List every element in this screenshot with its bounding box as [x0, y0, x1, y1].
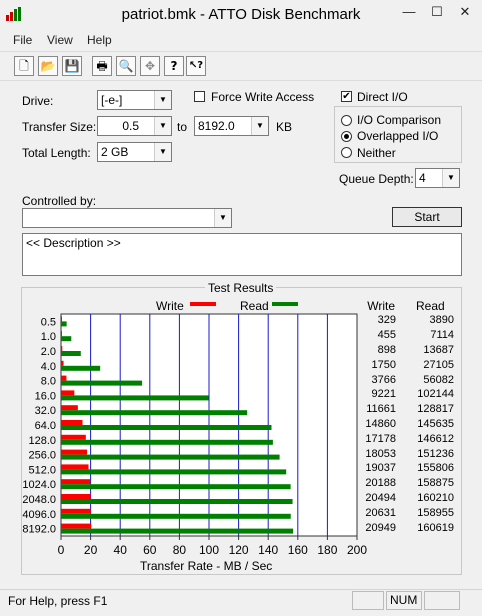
read-bar — [61, 469, 287, 475]
write-bar — [61, 405, 78, 411]
write-bar — [61, 420, 83, 425]
write-bar — [61, 316, 62, 322]
status-pane-3 — [424, 591, 460, 610]
read-value: 151236 — [417, 447, 454, 460]
write-bar — [61, 375, 67, 381]
read-bar — [61, 513, 291, 519]
write-value: 9221 — [371, 388, 396, 401]
write-bar — [61, 508, 91, 514]
read-bar — [61, 528, 294, 534]
category-label: 512.0 — [28, 464, 56, 476]
write-value: 898 — [377, 344, 396, 356]
category-label: 32.0 — [35, 405, 56, 417]
read-bar — [61, 336, 72, 342]
write-value: 14860 — [365, 418, 396, 430]
x-tick-label: 100 — [199, 543, 219, 557]
read-bar — [61, 439, 273, 445]
x-tick-label: 40 — [114, 543, 128, 557]
category-label: 8192.0 — [22, 524, 56, 536]
write-bar — [61, 434, 86, 440]
write-bar — [61, 449, 88, 455]
read-value: 160210 — [417, 492, 454, 504]
x-tick-label: 160 — [288, 543, 308, 557]
status-num: NUM — [386, 591, 422, 610]
read-value: 145635 — [417, 418, 454, 430]
write-value: 3766 — [371, 373, 396, 386]
category-label: 8.0 — [41, 376, 56, 388]
read-value: 146612 — [417, 432, 454, 445]
read-value: 27105 — [423, 358, 454, 371]
category-label: 128.0 — [28, 435, 56, 447]
x-tick-label: 0 — [58, 543, 65, 557]
read-bar — [61, 410, 248, 416]
write-value: 17178 — [365, 432, 396, 445]
write-bar — [61, 523, 92, 529]
write-value: 20631 — [365, 506, 396, 519]
read-value: 13687 — [423, 344, 454, 356]
x-tick-label: 200 — [347, 543, 367, 557]
status-pane-1 — [352, 591, 384, 610]
read-value: 158875 — [417, 477, 454, 490]
x-tick-label: 20 — [84, 543, 98, 557]
x-tick-label: 140 — [258, 543, 278, 557]
write-value: 20494 — [365, 492, 396, 504]
read-bar — [61, 351, 81, 356]
read-value: 56082 — [423, 373, 454, 386]
write-value: 18053 — [365, 447, 396, 460]
x-tick-label: 80 — [173, 543, 187, 557]
write-value: 19037 — [365, 462, 396, 475]
write-bar — [61, 464, 89, 470]
read-bar — [61, 454, 280, 460]
read-value: 128817 — [417, 403, 454, 416]
read-bar — [61, 395, 209, 401]
write-bar — [61, 346, 63, 351]
category-label: 1.0 — [41, 331, 56, 343]
write-value: 20188 — [365, 477, 396, 490]
x-tick-label: 180 — [317, 543, 337, 557]
read-value: 102144 — [417, 388, 454, 401]
status-help-text: For Help, press F1 — [8, 594, 108, 608]
read-bar — [61, 380, 143, 386]
write-bar — [61, 494, 91, 499]
write-value: 455 — [377, 329, 396, 342]
category-label: 256.0 — [28, 450, 56, 462]
write-bar — [61, 331, 62, 337]
write-value: 329 — [377, 314, 396, 327]
read-bar — [61, 484, 291, 490]
category-label: 0.5 — [41, 316, 56, 328]
x-tick-label: 60 — [143, 543, 157, 557]
read-bar — [61, 499, 293, 504]
read-value: 7114 — [430, 329, 454, 342]
read-value: 155806 — [417, 462, 454, 475]
category-label: 64.0 — [35, 420, 56, 432]
category-label: 4096.0 — [22, 509, 56, 521]
category-label: 16.0 — [35, 390, 56, 402]
write-value: 20949 — [365, 521, 396, 534]
read-value: 3890 — [429, 314, 454, 327]
category-label: 4.0 — [41, 361, 56, 373]
write-bar — [61, 360, 64, 366]
write-value: 1750 — [371, 358, 396, 371]
read-bar — [61, 425, 272, 430]
read-bar — [61, 321, 67, 327]
category-label: 2.0 — [41, 346, 56, 358]
x-axis-label: Transfer Rate - MB / Sec — [140, 559, 273, 573]
read-bar — [61, 365, 101, 371]
write-bar — [61, 390, 75, 396]
x-tick-label: 120 — [229, 543, 249, 557]
read-value: 160619 — [417, 521, 454, 534]
category-label: 1024.0 — [22, 479, 56, 491]
category-label: 2048.0 — [22, 494, 56, 506]
write-bar — [61, 479, 91, 485]
read-value: 158955 — [417, 506, 454, 519]
write-value: 11661 — [366, 403, 396, 416]
